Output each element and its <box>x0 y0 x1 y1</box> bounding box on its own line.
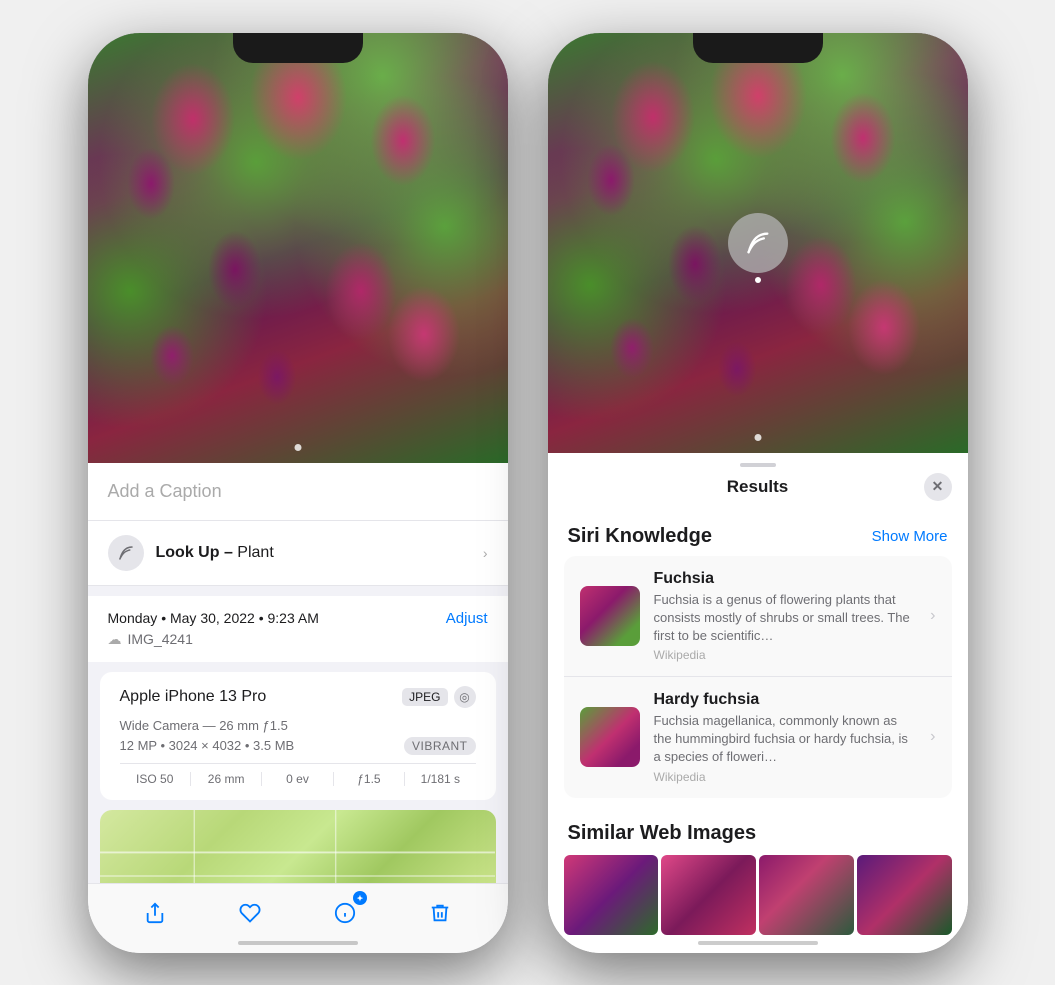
delete-button[interactable] <box>420 893 460 933</box>
right-home-indicator <box>698 941 818 945</box>
knowledge-card: Fuchsia Fuchsia is a genus of flowering … <box>564 556 952 798</box>
similar-section: Similar Web Images <box>548 806 968 935</box>
lookup-text: Look Up – Plant <box>156 544 274 562</box>
exif-aperture: ƒ1.5 <box>334 772 405 786</box>
share-button[interactable] <box>135 893 175 933</box>
fuchsia-item[interactable]: Fuchsia Fuchsia is a genus of flowering … <box>564 556 952 678</box>
lookup-icon <box>108 535 144 571</box>
location-icon: ◎ <box>454 686 476 708</box>
file-info-row: 12 MP • 3024 × 4032 • 3.5 MB VIBRANT <box>120 737 476 755</box>
flower-photo <box>88 33 508 463</box>
leaf-visual-icon <box>744 229 772 257</box>
photo-area[interactable] <box>88 33 508 463</box>
camera-info: Wide Camera — 26 mm ƒ1.5 <box>120 718 476 733</box>
date-text: Monday • May 30, 2022 • 9:23 AM <box>108 610 319 626</box>
map-roads-svg <box>100 810 496 883</box>
visual-lookup-dot <box>755 277 761 283</box>
fuchsia-name: Fuchsia <box>654 570 917 588</box>
siri-knowledge-title: Siri Knowledge <box>568 525 712 548</box>
right-photo-area[interactable] <box>548 33 968 453</box>
filename-row: ☁ IMG_4241 <box>108 631 488 648</box>
phone-notch <box>233 33 363 63</box>
right-page-indicator <box>754 434 761 441</box>
fuchsia-description: Fuchsia is a genus of flowering plants t… <box>654 591 917 646</box>
format-badge: JPEG <box>402 688 447 706</box>
hardy-fuchsia-item[interactable]: Hardy fuchsia Fuchsia magellanica, commo… <box>564 677 952 798</box>
device-badges: JPEG ◎ <box>402 686 475 708</box>
hardy-thumbnail <box>580 707 640 767</box>
visual-lookup-button[interactable] <box>728 213 788 273</box>
similar-image-1[interactable] <box>564 855 659 935</box>
metadata-block: Monday • May 30, 2022 • 9:23 AM Adjust ☁… <box>88 596 508 662</box>
exif-iso: ISO 50 <box>120 772 191 786</box>
exif-row: ISO 50 26 mm 0 ev ƒ1.5 1/181 s <box>120 763 476 786</box>
fuchsia-text: Fuchsia Fuchsia is a genus of flowering … <box>654 570 917 663</box>
left-phone: Add a Caption Look Up – Plant › Monday •… <box>88 33 508 953</box>
hardy-description: Fuchsia magellanica, commonly known as t… <box>654 712 917 767</box>
info-button[interactable]: ✦ <box>325 893 365 933</box>
similar-images-row <box>548 855 968 935</box>
lookup-chevron-icon: › <box>483 545 488 561</box>
file-info: 12 MP • 3024 × 4032 • 3.5 MB <box>120 738 295 753</box>
sheet-title: Results <box>727 477 788 497</box>
caption-input[interactable]: Add a Caption <box>88 463 508 521</box>
home-indicator <box>238 941 358 945</box>
map-area[interactable] <box>100 810 496 883</box>
date-row: Monday • May 30, 2022 • 9:23 AM Adjust <box>108 610 488 627</box>
favorite-button[interactable] <box>230 893 270 933</box>
right-phone-screen: Results ✕ Siri Knowledge Show More Fuchs… <box>548 33 968 953</box>
show-more-button[interactable]: Show More <box>872 528 948 545</box>
left-phone-screen: Add a Caption Look Up – Plant › Monday •… <box>88 33 508 953</box>
right-phone: Results ✕ Siri Knowledge Show More Fuchs… <box>548 33 968 953</box>
hardy-name: Hardy fuchsia <box>654 691 917 709</box>
results-sheet: Results ✕ Siri Knowledge Show More Fuchs… <box>548 453 968 953</box>
info-badge: ✦ <box>353 891 367 905</box>
info-area: Add a Caption Look Up – Plant › Monday •… <box>88 463 508 883</box>
similar-image-2[interactable] <box>661 855 756 935</box>
page-indicator <box>294 444 301 451</box>
device-block: Apple iPhone 13 Pro JPEG ◎ Wide Camera —… <box>100 672 496 800</box>
similar-image-4[interactable] <box>857 855 952 935</box>
fuchsia-source: Wikipedia <box>654 648 917 662</box>
exif-focal: 26 mm <box>191 772 262 786</box>
similar-image-3[interactable] <box>759 855 854 935</box>
cloud-icon: ☁ <box>108 631 122 648</box>
style-badge: VIBRANT <box>404 737 476 755</box>
right-phone-notch <box>693 33 823 63</box>
device-row: Apple iPhone 13 Pro JPEG ◎ <box>120 686 476 708</box>
sheet-content: Siri Knowledge Show More Fuchsia Fuchsia… <box>548 507 968 953</box>
adjust-button[interactable]: Adjust <box>446 610 488 627</box>
exif-shutter: 1/181 s <box>405 772 475 786</box>
hardy-source: Wikipedia <box>654 770 917 784</box>
close-button[interactable]: ✕ <box>924 473 952 501</box>
fuchsia-chevron-icon: › <box>930 607 935 625</box>
filename-text: IMG_4241 <box>128 631 193 647</box>
hardy-chevron-icon: › <box>930 728 935 746</box>
hardy-text: Hardy fuchsia Fuchsia magellanica, commo… <box>654 691 917 784</box>
exif-ev: 0 ev <box>262 772 333 786</box>
siri-knowledge-header: Siri Knowledge Show More <box>548 515 968 556</box>
sheet-header: Results ✕ <box>548 467 968 507</box>
similar-title: Similar Web Images <box>548 816 968 855</box>
fuchsia-thumbnail <box>580 586 640 646</box>
device-name: Apple iPhone 13 Pro <box>120 688 267 706</box>
lookup-row[interactable]: Look Up – Plant › <box>88 521 508 586</box>
leaf-icon <box>117 544 135 562</box>
